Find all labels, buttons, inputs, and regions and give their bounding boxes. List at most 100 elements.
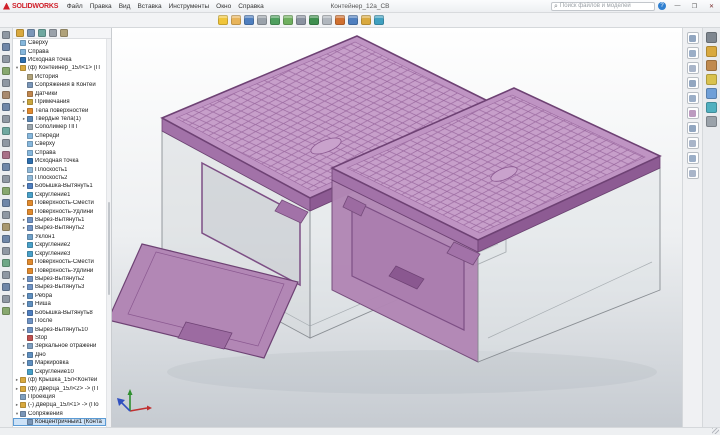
tree-item[interactable]: ▸(-) Дверца_15л<1> -> (По <box>13 401 106 409</box>
tree-item[interactable]: ▸Вырез-Вытянуть2 <box>13 275 106 283</box>
tree-item[interactable]: Скругление10 <box>13 367 106 375</box>
tree-item[interactable]: Справа <box>13 148 106 156</box>
redo-icon[interactable] <box>283 15 293 25</box>
tree-item[interactable]: ▾Сопряжения <box>13 410 106 418</box>
tree-item[interactable]: История <box>13 73 106 81</box>
save-icon[interactable] <box>244 15 254 25</box>
tree-item[interactable]: После <box>13 317 106 325</box>
tree-item[interactable]: Справа <box>13 47 106 55</box>
tree-item[interactable]: Поверхность-Удлини <box>13 266 106 274</box>
rotate-view-icon[interactable] <box>687 77 699 89</box>
side-tool-icon[interactable] <box>2 259 10 267</box>
dimxpert-tab[interactable] <box>49 29 57 37</box>
side-tool-icon[interactable] <box>2 175 10 183</box>
side-tool-icon[interactable] <box>2 91 10 99</box>
undo-icon[interactable] <box>270 15 280 25</box>
tree-item[interactable]: ▸Вырез-Вытянуть2 <box>13 224 106 232</box>
help-button[interactable]: ? <box>658 2 666 10</box>
tree-item[interactable]: ▸Ниша <box>13 300 106 308</box>
tree-scrollbar-thumb[interactable] <box>108 202 110 295</box>
resize-grip-icon[interactable] <box>712 428 719 434</box>
tree-item[interactable]: Сополимер ПП <box>13 123 106 131</box>
tree-item[interactable]: ▸Примечания <box>13 98 106 106</box>
display-style-icon[interactable] <box>687 137 699 149</box>
tree-item[interactable]: Плоскость2 <box>13 174 106 182</box>
tree-item[interactable]: ▸Твердые тела(1) <box>13 115 106 123</box>
zoom-fit-icon[interactable] <box>687 32 699 44</box>
tree-item[interactable]: Поверхность-Смести <box>13 199 106 207</box>
side-tool-icon[interactable] <box>2 223 10 231</box>
sketch-icon[interactable] <box>335 15 345 25</box>
side-tool-icon[interactable] <box>2 103 10 111</box>
side-tool-icon[interactable] <box>2 31 10 39</box>
menu-item-2[interactable]: Вид <box>115 3 134 10</box>
menu-item-0[interactable]: Файл <box>63 3 86 10</box>
tree-item[interactable]: ▸Вырез-Вытянуть1 <box>13 216 106 224</box>
tree-item[interactable]: Проекция <box>13 393 106 401</box>
side-tool-icon[interactable] <box>2 139 10 147</box>
tree-item[interactable]: Скругление3 <box>13 250 106 258</box>
file-explorer-icon[interactable] <box>706 74 717 85</box>
side-tool-icon[interactable] <box>2 283 10 291</box>
tree-item[interactable]: ▸Ребра <box>13 292 106 300</box>
tree-item[interactable]: ▸Тела поверхностей <box>13 106 106 114</box>
tree-item[interactable]: Концентричный1 (Конта <box>13 418 106 426</box>
side-tool-icon[interactable] <box>2 115 10 123</box>
menu-item-1[interactable]: Правка <box>86 3 115 10</box>
appearance-icon[interactable] <box>374 15 384 25</box>
pan-icon[interactable] <box>687 62 699 74</box>
tree-item[interactable]: ▸Вырез-Вытянуть10 <box>13 325 106 333</box>
tree-item[interactable]: Сверху <box>13 39 106 47</box>
side-tool-icon[interactable] <box>2 307 10 315</box>
tree-item[interactable]: Скругление2 <box>13 241 106 249</box>
tree-item[interactable]: ▸Бобышка-Вытянуть1 <box>13 182 106 190</box>
home-icon[interactable] <box>706 46 717 57</box>
tree-item[interactable]: Сверху <box>13 140 106 148</box>
zoom-area-icon[interactable] <box>687 47 699 59</box>
tree-item[interactable]: Уклон1 <box>13 233 106 241</box>
side-tool-icon[interactable] <box>2 127 10 135</box>
tree-item[interactable]: Спереди <box>13 132 106 140</box>
tree-item[interactable]: Скругление1 <box>13 191 106 199</box>
previous-view-icon[interactable] <box>687 92 699 104</box>
display-manager-tab[interactable] <box>60 29 68 37</box>
tree-item[interactable]: Исходная точка <box>13 56 106 64</box>
minimize-button[interactable]: — <box>669 0 686 13</box>
tree-item[interactable]: ▸Маркировка <box>13 359 106 367</box>
collapse-arrow-icon[interactable] <box>706 32 717 43</box>
print-icon[interactable] <box>257 15 267 25</box>
features-icon[interactable] <box>348 15 358 25</box>
side-tool-icon[interactable] <box>2 199 10 207</box>
custom-properties-icon[interactable] <box>706 116 717 127</box>
tree-scrollbar[interactable] <box>106 39 111 427</box>
tree-item[interactable]: Сопряжения в Контей <box>13 81 106 89</box>
tree-item[interactable]: Датчики <box>13 90 106 98</box>
side-tool-icon[interactable] <box>2 211 10 219</box>
close-button[interactable]: ✕ <box>703 0 720 13</box>
tree-item[interactable]: ▾(ф) Контейнер_15л<1> (П <box>13 64 106 72</box>
tree-item[interactable]: ▸(ф) Дверца_15л<2> -> (П <box>13 384 106 392</box>
side-tool-icon[interactable] <box>2 295 10 303</box>
side-tool-icon[interactable] <box>2 187 10 195</box>
tree-item[interactable]: Stop <box>13 334 106 342</box>
tree-item[interactable]: Исходная точка <box>13 157 106 165</box>
tree-item[interactable]: ▸(ф) Крышка_15л<Контей <box>13 376 106 384</box>
tree-item[interactable]: ▸Зеркальное отражени <box>13 342 106 350</box>
feature-manager-tab[interactable] <box>16 29 24 37</box>
tree-item[interactable]: ▸Бобышка-Вытянуть8 <box>13 309 106 317</box>
graphics-area[interactable] <box>112 28 682 427</box>
side-tool-icon[interactable] <box>2 271 10 279</box>
side-tool-icon[interactable] <box>2 79 10 87</box>
side-tool-icon[interactable] <box>2 43 10 51</box>
view-palette-icon[interactable] <box>706 88 717 99</box>
side-tool-icon[interactable] <box>2 67 10 75</box>
select-icon[interactable] <box>296 15 306 25</box>
model-canvas[interactable] <box>112 28 682 427</box>
open-file-icon[interactable] <box>231 15 241 25</box>
tree-item[interactable]: ▸Дно <box>13 351 106 359</box>
configuration-manager-tab[interactable] <box>38 29 46 37</box>
property-manager-tab[interactable] <box>27 29 35 37</box>
new-file-icon[interactable] <box>218 15 228 25</box>
scene-icon[interactable] <box>687 167 699 179</box>
side-tool-icon[interactable] <box>2 235 10 243</box>
